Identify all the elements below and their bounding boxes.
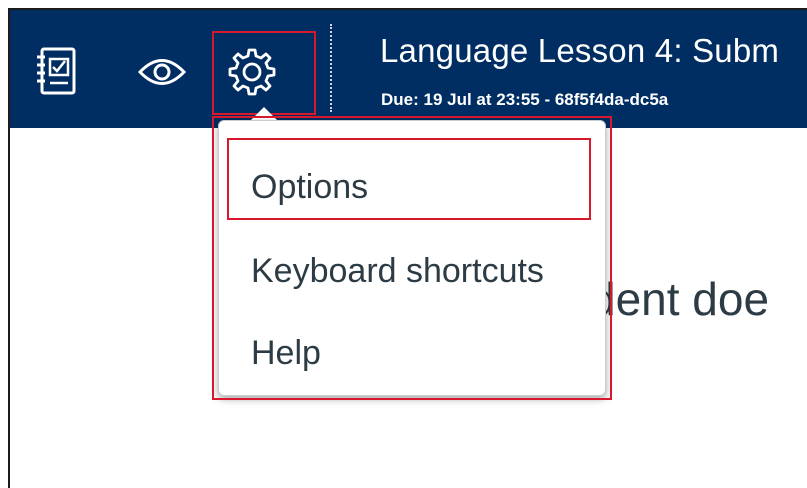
menu-item-keyboard-shortcuts[interactable]: Keyboard shortcuts — [219, 235, 605, 307]
settings-button[interactable] — [224, 44, 280, 100]
menu-item-options[interactable]: Options — [219, 151, 605, 223]
gradebook-icon — [37, 47, 76, 95]
preview-button[interactable] — [134, 52, 190, 92]
background-content-text: dent doe — [590, 273, 770, 325]
gradebook-button[interactable] — [30, 42, 84, 102]
gear-icon — [228, 48, 276, 96]
assignment-due-date: Due: 19 Jul at 23:55 - 68f5f4da-dc5a — [381, 90, 669, 109]
settings-menu: Options Keyboard shortcuts Help — [218, 120, 606, 396]
speedgrader-window: Language Lesson 4: Subm Due: 19 Jul at 2… — [8, 8, 807, 488]
menu-caret — [250, 107, 278, 121]
eye-icon — [137, 59, 187, 85]
assignment-title[interactable]: Language Lesson 4: Subm — [380, 32, 779, 70]
top-bar: Language Lesson 4: Subm Due: 19 Jul at 2… — [10, 10, 807, 128]
menu-item-help[interactable]: Help — [219, 317, 605, 389]
toolbar-divider — [330, 24, 332, 112]
